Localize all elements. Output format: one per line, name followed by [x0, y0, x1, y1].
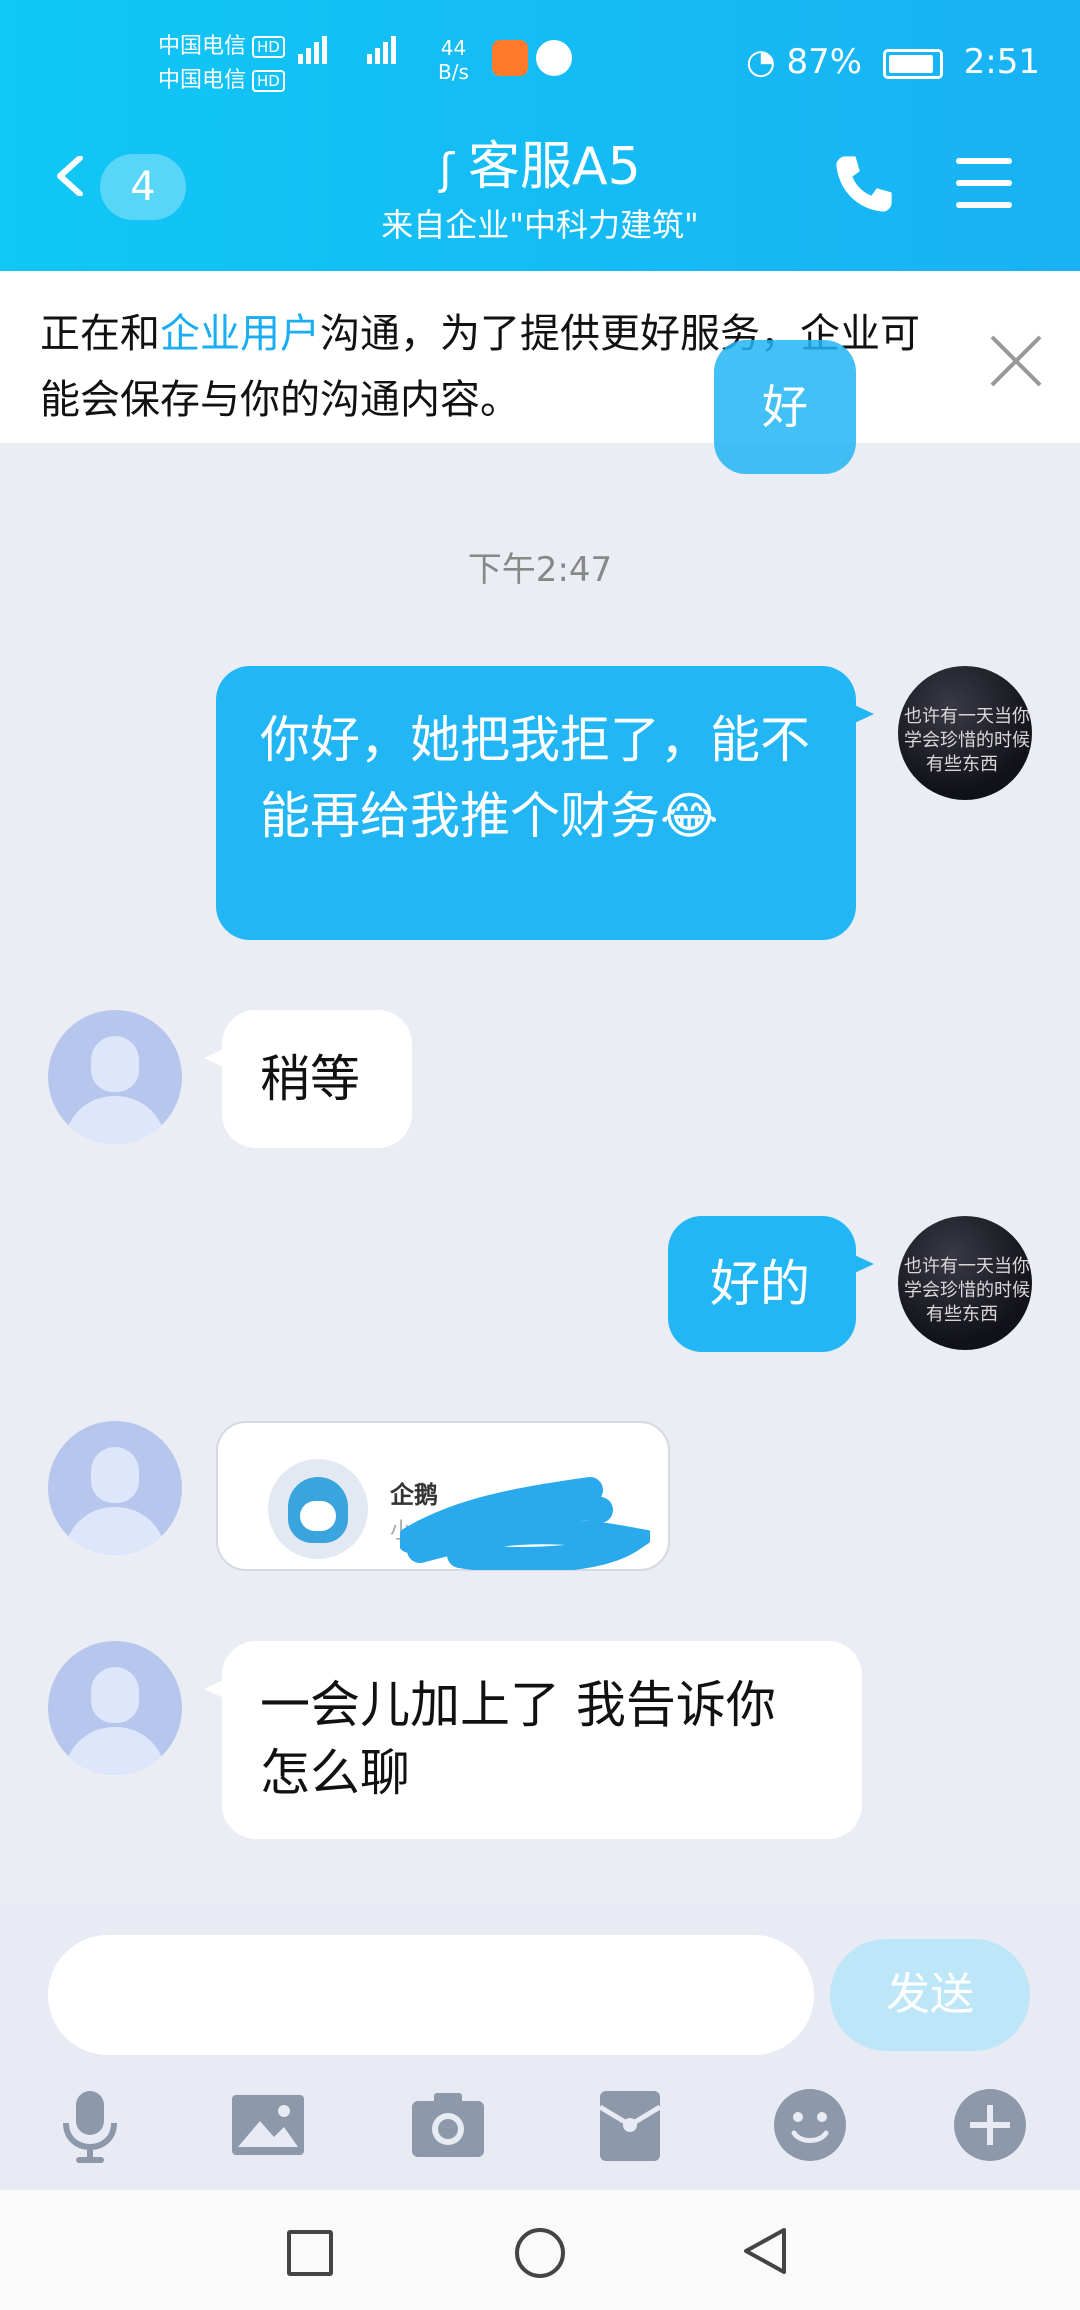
- message-input[interactable]: [48, 1935, 814, 2055]
- privacy-notice: 正在和企业用户沟通，为了提供更好服务，企业可能会保存与你的沟通内容。: [0, 271, 1080, 443]
- microphone-icon[interactable]: [50, 2085, 130, 2165]
- avatar-text-2: 学会珍惜的时候: [904, 1280, 1030, 1301]
- hd-badge-1: HD: [252, 36, 285, 58]
- avatar[interactable]: [48, 1641, 182, 1775]
- back-nav-icon[interactable]: [742, 2226, 788, 2276]
- message-bubble-me-partial: 好: [714, 340, 856, 474]
- toolbar: [0, 2085, 1080, 2175]
- avatar-text-1: 也许有一天当你: [904, 706, 1030, 727]
- signal-icon: [298, 36, 399, 64]
- avatar-text-2: 学会珍惜的时候: [904, 730, 1030, 751]
- message-text: 你好，她把我拒了，能不能再给我推个财务😂: [260, 711, 810, 845]
- battery-percent: 87%: [786, 42, 863, 82]
- message-bubble-cs[interactable]: 一会儿加上了 我告诉你怎么聊: [204, 1641, 862, 1839]
- chat-title: ʃ 客服A5: [0, 136, 1080, 201]
- system-nav-bar: [0, 2190, 1080, 2310]
- avatar[interactable]: 也许有一天当你 学会珍惜的时候 有些东西: [898, 666, 1032, 800]
- camera-icon[interactable]: [408, 2085, 488, 2165]
- data-saver-icon: ◔: [745, 42, 776, 82]
- menu-icon[interactable]: [956, 158, 1012, 224]
- chat-title-block[interactable]: ʃ 客服A5 来自企业"中科力建筑": [0, 136, 1080, 245]
- status-bar: 中国电信 HD 中国电信 HD 44 B/s ◔ 87% 2:51: [0, 28, 1080, 98]
- notice-text-before: 正在和: [40, 311, 160, 357]
- avatar-text-1: 也许有一天当你: [904, 1256, 1030, 1277]
- message-bubble-cs[interactable]: 稍等: [204, 1010, 412, 1148]
- avatar[interactable]: [48, 1421, 182, 1555]
- browser-app-icon: [536, 40, 572, 76]
- message-text: 好的: [710, 1255, 810, 1313]
- status-right: ◔ 87% 2:51: [746, 42, 1040, 82]
- message-text: 稍等: [260, 1050, 360, 1108]
- message-timestamp: 下午2:47: [467, 550, 613, 590]
- chat-subtitle: 来自企业"中科力建筑": [381, 206, 699, 244]
- avatar[interactable]: [48, 1010, 182, 1144]
- chat-title-text: 客服A5: [468, 137, 641, 197]
- carrier-2: 中国电信: [158, 68, 247, 93]
- phone-icon[interactable]: [830, 150, 898, 218]
- recent-apps-icon[interactable]: [287, 2230, 333, 2276]
- red-packet-icon[interactable]: [590, 2085, 670, 2165]
- avatar[interactable]: 也许有一天当你 学会珍惜的时候 有些东西: [898, 1216, 1032, 1350]
- avatar-text-3: 有些东西: [926, 1304, 998, 1325]
- input-bar: 发送: [0, 1905, 1080, 2190]
- image-icon[interactable]: [228, 2085, 308, 2165]
- close-icon[interactable]: [988, 333, 1044, 389]
- send-button[interactable]: 发送: [830, 1939, 1030, 2051]
- hd-badge-2: HD: [252, 70, 285, 92]
- carrier-1: 中国电信: [158, 34, 247, 59]
- notice-link[interactable]: 企业用户: [160, 311, 320, 357]
- net-speed: 44 B/s: [438, 36, 469, 84]
- redaction-scribble: [400, 1477, 650, 1570]
- nav-bar: 4 ʃ 客服A5 来自企业"中科力建筑": [0, 120, 1080, 260]
- ear-icon: ʃ: [439, 144, 455, 195]
- net-speed-unit: B/s: [438, 60, 469, 84]
- battery-icon: [882, 48, 943, 79]
- penguin-icon: [268, 1459, 368, 1559]
- message-bubble-me[interactable]: 你好，她把我拒了，能不能再给我推个财务😂: [216, 666, 874, 940]
- net-speed-value: 44: [440, 36, 467, 60]
- chat-header: 中国电信 HD 中国电信 HD 44 B/s ◔ 87% 2:51 4 ʃ 客服A5 …: [0, 0, 1080, 271]
- message-text: 一会儿加上了 我告诉你怎么聊: [260, 1676, 776, 1802]
- home-icon[interactable]: [515, 2228, 565, 2278]
- carrier-info: 中国电信 HD 中国电信 HD: [158, 30, 285, 98]
- video-app-icon: [492, 40, 528, 76]
- avatar-text-3: 有些东西: [926, 754, 998, 775]
- plus-icon[interactable]: [950, 2085, 1030, 2165]
- emoji-icon[interactable]: [770, 2085, 850, 2165]
- message-bubble-me[interactable]: 好的: [668, 1216, 874, 1352]
- clock: 2:51: [963, 42, 1040, 82]
